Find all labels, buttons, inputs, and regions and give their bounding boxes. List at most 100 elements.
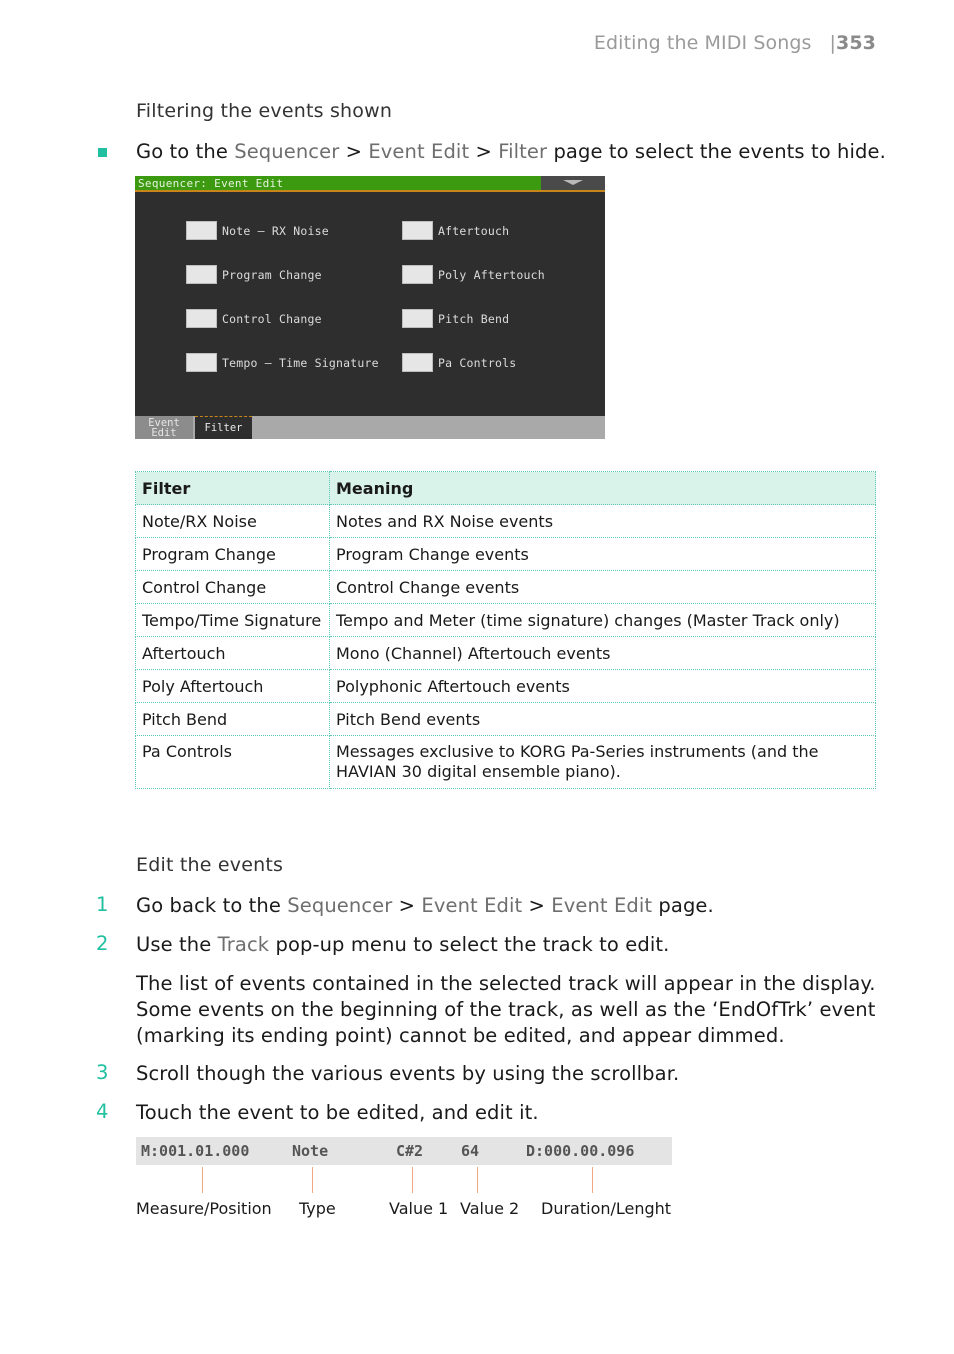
step-number: 1	[96, 893, 109, 916]
checkbox-note-rx-noise[interactable]: Note – RX Noise	[186, 221, 329, 240]
step-number: 3	[96, 1061, 109, 1084]
tab-label: Event Edit	[148, 417, 180, 439]
checkbox-program-change[interactable]: Program Change	[186, 265, 322, 284]
callout-line	[202, 1167, 203, 1193]
checkbox-control-change[interactable]: Control Change	[186, 309, 322, 328]
caption-measure-position: Measure/Position	[136, 1199, 272, 1218]
text: pop-up menu to select the track to edit.	[269, 933, 670, 956]
bullet-icon	[98, 148, 107, 157]
meaning-cell: Control Change events	[329, 570, 876, 604]
filter-cell: Control Change	[135, 570, 330, 604]
table-row: Program Change Program Change events	[135, 537, 876, 571]
event-duration: D:000.00.096	[526, 1142, 635, 1160]
note-line: Some events on the beginning of the trac…	[136, 998, 876, 1021]
checkbox-label: Pitch Bend	[438, 311, 510, 326]
step-4: Touch the event to be edited, and edit i…	[136, 1101, 539, 1124]
checkbox-pitch-bend[interactable]: Pitch Bend	[402, 309, 509, 328]
caption-value2: Value 2	[460, 1199, 520, 1218]
checkbox-label: Poly Aftertouch	[438, 267, 545, 282]
checkbox-label: Aftertouch	[438, 223, 510, 238]
caption-type: Type	[299, 1199, 336, 1218]
checkbox-box[interactable]	[186, 353, 217, 372]
checkbox-box[interactable]	[186, 221, 217, 240]
device-title: Sequencer: Event Edit	[138, 177, 284, 190]
tab-event-edit[interactable]: Event Edit	[135, 416, 193, 439]
callout-line	[592, 1167, 593, 1193]
event-edit-filter-screen: Sequencer: Event Edit Note – RX Noise Pr…	[135, 176, 605, 439]
event-value1: C#2	[396, 1142, 424, 1160]
checkbox-box[interactable]	[186, 309, 217, 328]
caption-value1: Value 1	[389, 1199, 449, 1218]
event-position: M:001.01.000	[141, 1142, 250, 1160]
table-header-row: Filter Meaning	[135, 471, 876, 505]
device-tab-bar: Event Edit Filter	[135, 416, 605, 439]
filter-cell: Note/RX Noise	[135, 504, 330, 538]
step-2: Use the Track pop-up menu to select the …	[136, 932, 669, 958]
path-separator: >	[522, 894, 552, 917]
checkbox-label: Program Change	[222, 267, 322, 282]
text: page to select the events to hide.	[547, 140, 886, 163]
checkbox-aftertouch[interactable]: Aftertouch	[402, 221, 509, 240]
checkbox-label: Tempo – Time Signature	[222, 355, 379, 370]
table-row: Pitch Bend Pitch Bend events	[135, 702, 876, 736]
meaning-cell: Messages exclusive to KORG Pa-Series ins…	[329, 735, 876, 789]
checkbox-tempo-time-signature[interactable]: Tempo – Time Signature	[186, 353, 379, 372]
column-header-meaning: Meaning	[329, 471, 876, 505]
filter-meaning-table: Filter Meaning Note/RX Noise Notes and RX…	[135, 471, 876, 789]
ui-path-event-edit: Event Edit	[368, 140, 470, 163]
filter-cell: Pa Controls	[135, 735, 330, 789]
checkbox-box[interactable]	[402, 309, 433, 328]
table-row: Tempo/Time Signature Tempo and Meter (tim…	[135, 603, 876, 637]
ui-track-menu: Track	[217, 933, 270, 956]
page-number: 353	[836, 32, 876, 54]
filter-cell: Poly Aftertouch	[135, 669, 330, 703]
event-value2: 64	[461, 1142, 480, 1160]
step-number: 4	[96, 1100, 109, 1123]
ui-path-event-edit-page: Event Edit	[551, 894, 653, 917]
triangle-down-icon	[563, 180, 583, 185]
checkbox-label: Note – RX Noise	[222, 223, 329, 238]
edit-heading: Edit the events	[136, 854, 284, 876]
note-line: The list of events contained in the sele…	[136, 972, 876, 995]
filter-cell: Aftertouch	[135, 636, 330, 670]
step-2-note: The list of events contained in the sele…	[136, 971, 876, 1049]
meaning-cell: Polyphonic Aftertouch events	[329, 669, 876, 703]
checkbox-label: Pa Controls	[438, 355, 517, 370]
filter-cell: Pitch Bend	[135, 702, 330, 736]
meaning-cell: Mono (Channel) Aftertouch events	[329, 636, 876, 670]
tab-filter[interactable]: Filter	[195, 416, 252, 439]
ui-path-filter: Filter	[498, 140, 548, 163]
ui-path-sequencer: Sequencer	[234, 140, 340, 163]
filter-cell: Tempo/Time Signature	[135, 603, 330, 637]
page-header: Editing the MIDI Songs |353	[594, 32, 876, 54]
event-line-display: M:001.01.000 Note C#2 64 D:000.00.096	[136, 1137, 672, 1165]
ui-path-event-edit: Event Edit	[421, 894, 523, 917]
table-row: Pa Controls Messages exclusive to KORG Pa…	[135, 735, 876, 789]
meaning-cell: Pitch Bend events	[329, 702, 876, 736]
text: Use the	[136, 933, 218, 956]
checkbox-label: Control Change	[222, 311, 322, 326]
table-row: Poly Aftertouch Polyphonic Aftertouch eve…	[135, 669, 876, 703]
filter-instruction: Go to the Sequencer > Event Edit > Filte…	[136, 139, 886, 165]
table-row: Control Change Control Change events	[135, 570, 876, 604]
page-menu-button[interactable]	[541, 176, 605, 190]
checkbox-box[interactable]	[402, 221, 433, 240]
callout-line	[412, 1167, 413, 1193]
filter-cell: Program Change	[135, 537, 330, 571]
caption-duration: Duration/Lenght	[541, 1199, 672, 1218]
checkbox-box[interactable]	[402, 353, 433, 372]
tab-label: Filter	[204, 422, 243, 434]
meaning-cell: Program Change events	[329, 537, 876, 571]
text: page.	[652, 894, 714, 917]
ui-path-sequencer: Sequencer	[287, 894, 393, 917]
checkbox-box[interactable]	[186, 265, 217, 284]
checkbox-pa-controls[interactable]: Pa Controls	[402, 353, 516, 372]
table-row: Aftertouch Mono (Channel) Aftertouch even…	[135, 636, 876, 670]
event-type: Note	[292, 1142, 329, 1160]
callout-line	[312, 1167, 313, 1193]
checkbox-box[interactable]	[402, 265, 433, 284]
step-number: 2	[96, 932, 109, 955]
step-1: Go back to the Sequencer > Event Edit > …	[136, 893, 714, 919]
step-3: Scroll though the various events by usin…	[136, 1062, 680, 1085]
checkbox-poly-aftertouch[interactable]: Poly Aftertouch	[402, 265, 545, 284]
